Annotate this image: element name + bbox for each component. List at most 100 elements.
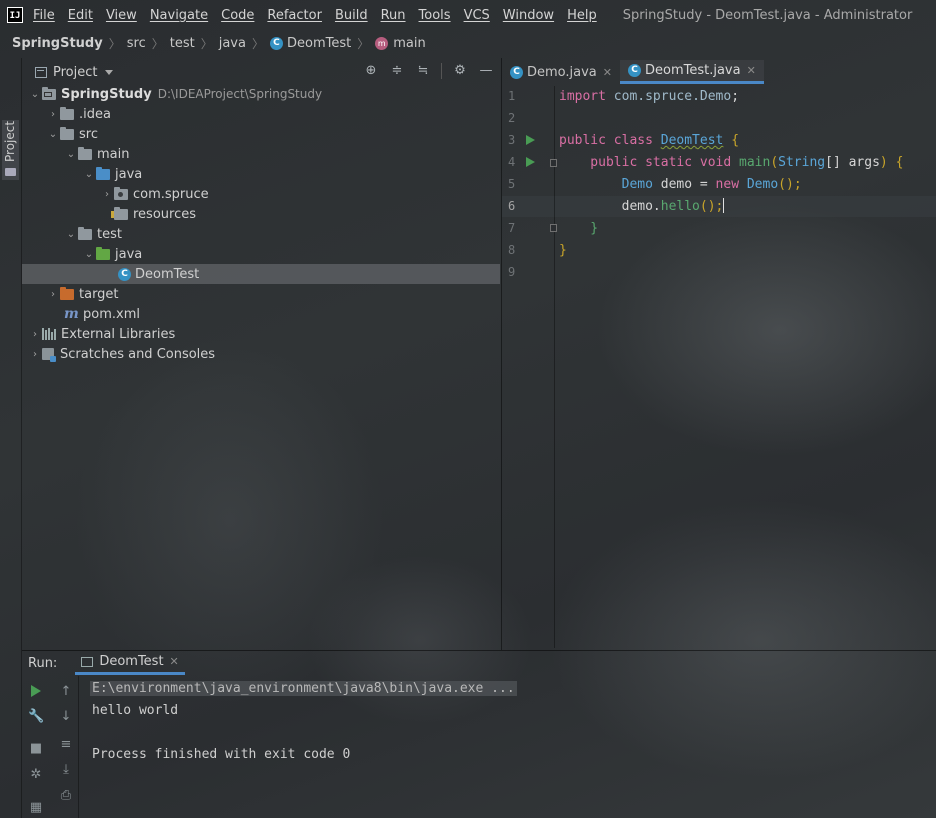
project-stripe-label: Project <box>3 120 17 162</box>
tree-item-label: src <box>79 126 98 142</box>
run-method-icon[interactable] <box>526 157 535 167</box>
gear-icon[interactable]: ⚙ <box>452 63 468 79</box>
chevron-right-icon[interactable]: › <box>28 349 42 360</box>
close-icon[interactable]: ✕ <box>747 64 756 77</box>
breadcrumb-project[interactable]: SpringStudy <box>12 36 103 51</box>
run-toolbar-secondary: ↑ ↓ ≡ ⤓ ⎙ <box>52 676 79 818</box>
menu-run[interactable]: Run <box>381 8 406 23</box>
console-line: E:\environment\java_environment\java8\bi… <box>90 678 517 700</box>
chevron-down-icon[interactable]: ⌄ <box>64 149 78 160</box>
wrench-icon[interactable]: 🔧 <box>28 709 44 725</box>
menu-vcs[interactable]: VCS <box>464 8 490 23</box>
tree-item-external-libraries[interactable]: › External Libraries <box>22 324 500 344</box>
line-number: 5 <box>508 177 516 191</box>
tree-item-pom[interactable]: m pom.xml <box>22 304 500 324</box>
menu-code[interactable]: Code <box>221 8 254 23</box>
chevron-right-icon[interactable]: › <box>28 329 42 340</box>
tree-item-target[interactable]: › target <box>22 284 500 304</box>
tree-item-label: External Libraries <box>61 326 176 342</box>
type-name: Demo <box>559 177 653 192</box>
tree-item-springstudy[interactable]: ⌄ SpringStudy D:\IDEAProject\SpringStudy <box>22 84 500 104</box>
folder-icon <box>60 126 74 140</box>
close-icon[interactable]: ✕ <box>603 66 612 79</box>
chevron-right-icon[interactable]: › <box>46 109 60 120</box>
line-number: 4 <box>508 155 516 169</box>
chevron-right-icon[interactable]: › <box>46 289 60 300</box>
hide-icon[interactable]: — <box>478 63 494 79</box>
breadcrumb-test[interactable]: test <box>170 36 195 51</box>
tree-item-main[interactable]: ⌄ main <box>22 144 500 164</box>
app-logo-icon: IJ <box>7 7 23 23</box>
tree-item-idea[interactable]: › .idea <box>22 104 500 124</box>
type-name: Demo <box>746 177 779 192</box>
console-output[interactable]: E:\environment\java_environment\java8\bi… <box>90 678 517 766</box>
tree-item-test[interactable]: ⌄ test <box>22 224 500 244</box>
tree-item-label: com.spruce <box>133 186 209 202</box>
tree-item-label: DeomTest <box>135 266 200 282</box>
menu-refactor[interactable]: Refactor <box>267 8 322 23</box>
tree-item-label: java <box>115 166 143 182</box>
arrow-down-icon[interactable]: ↓ <box>58 709 74 725</box>
tree-item-label: test <box>97 226 122 242</box>
run-class-icon[interactable] <box>526 135 535 145</box>
debug-icon[interactable]: ✲ <box>28 767 44 783</box>
chevron-down-icon[interactable]: ⌄ <box>82 169 96 180</box>
fold-icon[interactable] <box>550 224 557 232</box>
menu-window[interactable]: Window <box>503 8 554 23</box>
code-line: demo.hello(); <box>559 196 903 218</box>
tree-item-path: D:\IDEAProject\SpringStudy <box>157 87 323 101</box>
chevron-right-icon[interactable]: › <box>100 189 114 200</box>
line-number: 8 <box>508 243 516 257</box>
class-icon: C <box>118 267 131 281</box>
console-icon <box>81 656 94 667</box>
run-tab-deomtest[interactable]: DeomTest ✕ <box>75 651 185 675</box>
menu-build[interactable]: Build <box>335 8 368 23</box>
fold-icon[interactable] <box>550 159 557 167</box>
project-toolbar: ⊕ ≑ ≒ ⚙ — <box>363 63 494 79</box>
tree-item-label: Scratches and Consoles <box>60 346 216 362</box>
tab-deomtest-java[interactable]: C DeomTest.java ✕ <box>620 60 764 84</box>
menu-view[interactable]: View <box>106 8 137 23</box>
chevron-down-icon[interactable]: ⌄ <box>46 129 60 140</box>
menu-file[interactable]: File <box>33 8 55 23</box>
print-icon[interactable]: ⎙ <box>58 788 74 804</box>
menu-navigate[interactable]: Navigate <box>150 8 208 23</box>
tree-item-deomtest[interactable]: C DeomTest <box>22 264 500 284</box>
project-panel-title[interactable]: Project <box>53 65 97 80</box>
code-editor[interactable]: import com.spruce.Demo; public class Deo… <box>559 86 903 284</box>
chevron-down-icon[interactable]: ⌄ <box>64 229 78 240</box>
maven-icon: m <box>64 306 79 322</box>
tree-item-src[interactable]: ⌄ src <box>22 124 500 144</box>
arrow-up-icon[interactable]: ↑ <box>58 684 74 700</box>
run-panel-header: Run: DeomTest ✕ <box>22 651 936 675</box>
tree-item-main-java[interactable]: ⌄ java <box>22 164 500 184</box>
chevron-down-icon[interactable]: ⌄ <box>28 89 42 100</box>
chevron-down-icon[interactable]: ⌄ <box>82 249 96 260</box>
menu-help[interactable]: Help <box>567 8 597 23</box>
chevron-down-icon[interactable] <box>105 69 114 75</box>
stop-icon[interactable]: ■ <box>28 741 44 757</box>
left-tool-stripe: Project <box>0 58 22 818</box>
close-icon[interactable]: ✕ <box>170 655 179 668</box>
editor-gutter: 1 2 3 4 5 6 7 8 9 <box>502 86 557 648</box>
tree-item-test-java[interactable]: ⌄ java <box>22 244 500 264</box>
scroll-to-end-icon[interactable]: ⤓ <box>58 762 74 778</box>
breadcrumb-java[interactable]: java <box>219 36 246 51</box>
menu-edit[interactable]: Edit <box>68 8 93 23</box>
tree-item-scratches[interactable]: › Scratches and Consoles <box>22 344 500 364</box>
folder-icon <box>78 226 92 240</box>
breadcrumb-src[interactable]: src <box>127 36 146 51</box>
locate-icon[interactable]: ⊕ <box>363 63 379 79</box>
rerun-icon[interactable] <box>31 685 41 697</box>
expand-all-icon[interactable]: ≑ <box>389 63 405 79</box>
layout-icon[interactable]: ▦ <box>28 800 44 816</box>
menu-tools[interactable]: Tools <box>419 8 451 23</box>
breadcrumb-class[interactable]: DeomTest <box>287 36 351 51</box>
tree-item-com-spruce[interactable]: › com.spruce <box>22 184 500 204</box>
breadcrumb-method[interactable]: main <box>393 36 425 51</box>
tab-demo-java[interactable]: C Demo.java ✕ <box>502 60 620 84</box>
soft-wrap-icon[interactable]: ≡ <box>58 737 74 753</box>
console-command[interactable]: E:\environment\java_environment\java8\bi… <box>90 681 517 696</box>
collapse-all-icon[interactable]: ≒ <box>415 63 431 79</box>
tree-item-resources[interactable]: resources <box>22 204 500 224</box>
